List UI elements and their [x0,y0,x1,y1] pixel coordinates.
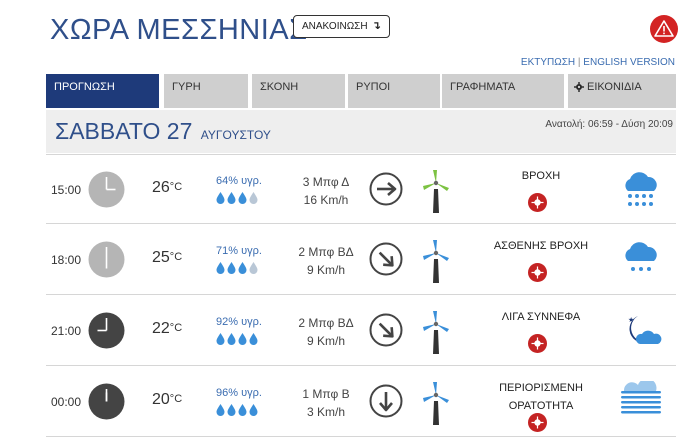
arrow-down-right-icon [369,313,403,347]
wind-info: 2 Μπφ ΒΔ 9 Km/h [286,314,366,350]
nav-tabs: ΠΡΟΓΝΩΣΗ ΓΥΡΗ ΣΚΟΝΗ ΡΥΠΟΙ ΓΡΑΦΗΜΑΤΑ ΕΙΚΟ… [46,74,676,108]
temperature-unit: °C [169,181,183,193]
wind-speed: 3 Km/h [306,405,345,419]
clock-icon [88,171,125,208]
condition-text: ΟΡΑΤΟΤΗΤΑ [508,400,574,412]
wind-beaufort: 2 Μπφ ΒΔ [298,316,354,330]
forecast-row: 15:00 26°C 64% υγρ. 3 Μπφ Δ 16 Km/h ΒΡΟΧ… [46,154,676,224]
humidity: 71% υγρ. [216,245,286,274]
wind-turbine-icon [416,310,456,356]
humidity-value: 96% υγρ. [216,387,262,399]
temperature: 25°C [152,249,182,267]
arrow-turn-icon: ↴ [371,20,381,32]
day-weekday-date: ΣΑΒΒΑΤΟ 27 [55,118,193,144]
day-month: ΑΥΓΟΥΣΤΟΥ [200,128,271,142]
wind-turbine-icon [416,381,456,427]
condition-text: ΛΙΓΑ ΣΥΝΝΕΦΑ [501,311,581,323]
sun-times: Ανατολή: 06:59 - Δύση 20:09 [545,119,673,130]
temperature-value: 22 [152,320,170,337]
warning-badge-icon[interactable] [528,334,547,353]
tab-icons-label: ΕΙΚΟΝΙΔΙΑ [587,81,642,93]
temperature-value: 26 [152,179,170,196]
condition-text: ΒΡΟΧΗ [521,170,561,182]
light-rain-cloud-icon [618,239,662,281]
temperature-unit: °C [169,251,183,263]
wind-beaufort: 1 Μπφ Β [302,387,350,401]
tab-pollen[interactable]: ΓΥΡΗ [164,74,248,108]
rain-cloud-icon [618,169,662,211]
temperature: 22°C [152,320,182,338]
humidity-value: 64% υγρ. [216,175,262,187]
moon-cloud-icon: ★ [618,310,662,352]
tab-icons[interactable]: ΕΙΚΟΝΙΔΙΑ [568,74,676,108]
temperature: 20°C [152,391,182,409]
wind-info: 1 Μπφ Β 3 Km/h [286,385,366,421]
link-separator: | [577,57,581,68]
page-title: ΧΩΡΑ ΜΕΣΣΗΝΙΑΣ [50,14,308,46]
day-header: ΣΑΒΒΑΤΟ 27 ΑΥΓΟΥΣΤΟΥ Ανατολή: 06:59 - Δύ… [46,110,676,153]
wind-turbine-icon [416,239,456,285]
weather-condition: ΠΕΡΙΟΡΙΣΜΕΝΗ ΟΡΑΤΟΤΗΤΑ [466,379,616,415]
announcement-label: ΑΝΑΚΟΙΝΩΣΗ [302,21,368,32]
tab-pollutants[interactable]: ΡΥΠΟΙ [348,74,440,108]
warning-badge-icon[interactable] [528,193,547,212]
tab-dust[interactable]: ΣΚΟΝΗ [252,74,345,108]
wind-beaufort: 3 Μπφ Δ [302,175,350,189]
weather-condition: ΒΡΟΧΗ [466,167,616,185]
wind-turbine-icon [416,169,456,215]
forecast-row: 21:00 22°C 92% υγρ. 2 Μπφ ΒΔ 9 Km/h ΛΙΓΑ… [46,296,676,366]
warning-badge-icon[interactable] [528,263,547,282]
humidity-value: 92% υγρ. [216,316,262,328]
humidity-drops-icon [216,404,286,416]
humidity: 96% υγρ. [216,387,286,416]
temperature-unit: °C [169,322,183,334]
weather-condition: ΛΙΓΑ ΣΥΝΝΕΦΑ [466,308,616,326]
forecast-time: 18:00 [51,253,82,267]
arrow-down-icon [369,384,403,418]
warning-badge-icon[interactable] [528,413,547,432]
humidity: 92% υγρ. [216,316,286,345]
top-links: ΕΚΤΥΠΩΣΗ | ENGLISH VERSION [521,57,675,68]
temperature: 26°C [152,179,182,197]
temperature-unit: °C [169,393,183,405]
clock-icon [88,241,125,278]
gear-icon [574,82,584,92]
temperature-value: 25 [152,249,170,266]
print-link[interactable]: ΕΚΤΥΠΩΣΗ [521,57,575,68]
humidity-drops-icon [216,333,286,345]
tab-forecast[interactable]: ΠΡΟΓΝΩΣΗ [46,74,159,108]
wind-speed: 16 Km/h [303,193,349,207]
clock-icon [88,312,125,349]
wind-speed: 9 Km/h [306,263,345,277]
wind-info: 2 Μπφ ΒΔ 9 Km/h [286,243,366,279]
forecast-time: 15:00 [51,183,82,197]
arrow-down-right-icon [369,242,403,276]
humidity-drops-icon [216,192,286,204]
forecast-time: 21:00 [51,324,82,338]
wind-speed: 9 Km/h [306,334,345,348]
announcement-button[interactable]: ΑΝΑΚΟΙΝΩΣΗ ↴ [293,15,390,38]
forecast-row: 00:00 20°C 96% υγρ. 1 Μπφ Β 3 Km/h ΠΕΡΙΟ… [46,367,676,437]
humidity-value: 71% υγρ. [216,245,262,257]
day-title: ΣΑΒΒΑΤΟ 27 ΑΥΓΟΥΣΤΟΥ [55,118,271,145]
wind-info: 3 Μπφ Δ 16 Km/h [286,173,366,209]
condition-text: ΑΣΘΕΝΗΣ ΒΡΟΧΗ [493,240,589,252]
english-version-link[interactable]: ENGLISH VERSION [583,57,675,68]
fog-icon [618,378,662,423]
forecast-time: 00:00 [51,395,82,409]
clock-icon [88,383,125,420]
svg-text:★: ★ [628,316,634,324]
weather-condition: ΑΣΘΕΝΗΣ ΒΡΟΧΗ [466,237,616,255]
arrow-right-icon [369,172,403,206]
humidity: 64% υγρ. [216,175,286,204]
tab-charts[interactable]: ΓΡΑΦΗΜΑΤΑ [442,74,564,108]
warning-triangle-icon[interactable] [650,15,678,43]
wind-beaufort: 2 Μπφ ΒΔ [298,245,354,259]
condition-text: ΠΕΡΙΟΡΙΣΜΕΝΗ [499,382,583,394]
humidity-drops-icon [216,262,286,274]
forecast-row: 18:00 25°C 71% υγρ. 2 Μπφ ΒΔ 9 Km/h ΑΣΘΕ… [46,225,676,295]
temperature-value: 20 [152,391,170,408]
